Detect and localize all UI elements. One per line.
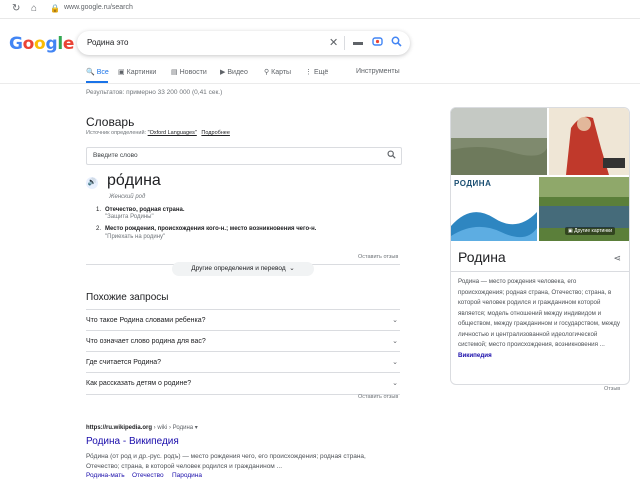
clear-icon[interactable]: ✕ bbox=[329, 36, 338, 50]
definition-example: "Приехать на родину" bbox=[105, 234, 166, 240]
browser-toolbar: ↻ ⌂ 🔒 www.google.ru/search bbox=[0, 0, 640, 19]
reload-icon[interactable]: ↻ bbox=[12, 3, 20, 15]
knowledge-panel-description: Родина — место рождения человека, его пр… bbox=[458, 277, 624, 361]
dictionary-word: ро́дина bbox=[107, 172, 161, 189]
result-domain: https://ru.wikipedia.org bbox=[86, 425, 153, 431]
related-question[interactable]: Что такое Родина словами ребенка? ⌄ bbox=[86, 309, 400, 331]
lens-camera-icon[interactable] bbox=[372, 36, 383, 52]
video-icon: ▶ bbox=[220, 69, 226, 76]
definition-number: 1. bbox=[96, 207, 102, 213]
image-collage[interactable] bbox=[451, 108, 629, 241]
google-logo[interactable]: Google bbox=[9, 34, 74, 54]
chevron-down-icon: ⌄ bbox=[392, 317, 398, 324]
dictionary-source: Источник определений: "Oxford Languages"… bbox=[86, 130, 230, 136]
tab-more[interactable]: ⋮ Ещё bbox=[305, 68, 328, 76]
image-caption: РОДИНА bbox=[454, 179, 492, 188]
related-question[interactable]: Как рассказать детям о родине? ⌄ bbox=[86, 372, 400, 394]
more-images-label: Другие картинки bbox=[574, 228, 613, 234]
chevron-down-icon: ⌄ bbox=[289, 265, 295, 272]
tab-news[interactable]: ▤ Новости bbox=[171, 68, 207, 76]
definition-number: 2. bbox=[96, 226, 102, 232]
knowledge-panel: РОДИНА ▣ Другие картинки Родина ⋖ Родина… bbox=[450, 107, 630, 385]
more-definitions-label: Другие определения и перевод bbox=[191, 265, 286, 272]
tab-label: Видео bbox=[227, 69, 248, 76]
search-input[interactable]: Родина это bbox=[87, 38, 128, 47]
search-icon: 🔍 bbox=[86, 69, 95, 76]
more-images-button[interactable]: ▣ Другие картинки bbox=[565, 227, 616, 235]
logo-letter: o bbox=[34, 34, 46, 54]
definition-example: "Защита Родины" bbox=[105, 214, 154, 220]
map-pin-icon: ⚲ bbox=[264, 69, 270, 76]
sitelink[interactable]: Отечество bbox=[132, 472, 164, 479]
keyboard-icon[interactable]: ▬ bbox=[353, 36, 363, 50]
search-icon[interactable] bbox=[387, 150, 396, 161]
related-question[interactable]: Что означает слово родина для вас? ⌄ bbox=[86, 330, 400, 352]
definition-text: Место рождения, происхождения кого-н.; м… bbox=[105, 226, 317, 232]
tab-video[interactable]: ▶ Видео bbox=[220, 68, 248, 76]
more-vert-icon: ⋮ bbox=[305, 69, 312, 76]
tab-label: Все bbox=[96, 69, 109, 76]
tab-label: Новости bbox=[179, 69, 207, 76]
knowledge-panel-feedback-link[interactable]: Отзыв bbox=[604, 386, 620, 392]
chevron-down-icon: ⌄ bbox=[392, 380, 398, 387]
image-icon: ▣ bbox=[118, 69, 125, 76]
more-definitions-button[interactable]: Другие определения и перевод ⌄ bbox=[172, 262, 314, 276]
oxford-link[interactable]: "Oxford Languages" bbox=[148, 130, 197, 136]
definition-text: Отечество, родная страна. bbox=[105, 207, 185, 213]
dictionary-search-field[interactable]: Введите слово bbox=[86, 147, 402, 165]
question-text: Как рассказать детям о родине? bbox=[86, 380, 192, 387]
tab-all[interactable]: 🔍 Все bbox=[86, 68, 109, 76]
logo-letter: G bbox=[9, 34, 23, 54]
dictionary-feedback-link[interactable]: Оставить отзыв bbox=[358, 254, 398, 260]
more-info-link[interactable]: Подробнее bbox=[201, 130, 230, 136]
knowledge-panel-divider bbox=[451, 271, 629, 272]
knowledge-panel-images[interactable]: РОДИНА ▣ Другие картинки bbox=[451, 108, 629, 241]
sitelink[interactable]: Родина-мать bbox=[86, 472, 125, 479]
tab-images[interactable]: ▣ Картинки bbox=[118, 68, 156, 76]
logo-letter: e bbox=[62, 34, 75, 54]
related-feedback-link[interactable]: Оставить отзыв bbox=[358, 394, 398, 400]
address-bar[interactable]: www.google.ru/search bbox=[64, 4, 133, 11]
chevron-down-icon: ⌄ bbox=[392, 359, 398, 366]
related-question[interactable]: Где считается Родина? ⌄ bbox=[86, 351, 400, 373]
news-icon: ▤ bbox=[171, 69, 178, 76]
tab-label: Ещё bbox=[314, 69, 329, 76]
wikipedia-link[interactable]: Википедия bbox=[458, 352, 492, 359]
tab-label: Картинки bbox=[126, 69, 157, 76]
related-title: Похожие запросы bbox=[86, 292, 169, 303]
dictionary-input-placeholder: Введите слово bbox=[93, 152, 138, 159]
result-snippet: Ро́дина (от род и др.-рус. родъ) — место… bbox=[86, 453, 366, 470]
search-box[interactable]: Родина это ✕ ▬ bbox=[77, 31, 410, 55]
share-icon[interactable]: ⋖ bbox=[613, 253, 621, 264]
knowledge-panel-title: Родина bbox=[458, 249, 506, 265]
result-title-link[interactable]: Родина - Википедия bbox=[86, 436, 179, 447]
tab-label: Карты bbox=[271, 69, 292, 76]
logo-letter: g bbox=[45, 34, 58, 54]
source-prefix: Источник определений: bbox=[86, 130, 148, 136]
dictionary-title: Словарь bbox=[86, 115, 135, 129]
result-stats: Результатов: примерно 33 200 000 (0,41 с… bbox=[86, 89, 223, 96]
question-text: Что такое Родина словами ребенка? bbox=[86, 317, 206, 324]
search-divider bbox=[344, 36, 345, 50]
tools-button[interactable]: Инструменты bbox=[356, 68, 400, 75]
tab-maps[interactable]: ⚲ Карты bbox=[264, 68, 291, 76]
question-text: Что означает слово родина для вас? bbox=[86, 338, 206, 345]
logo-letter: o bbox=[22, 34, 35, 54]
related-divider bbox=[86, 394, 400, 395]
home-icon[interactable]: ⌂ bbox=[31, 3, 37, 15]
speaker-icon[interactable]: 🔊 bbox=[86, 177, 98, 189]
search-icon[interactable] bbox=[391, 36, 402, 52]
result-path: › wiki › Родина ▾ bbox=[152, 425, 198, 431]
question-text: Где считается Родина? bbox=[86, 359, 162, 366]
part-of-speech: Женский род bbox=[109, 194, 146, 200]
tabs-divider bbox=[0, 83, 640, 84]
result-url[interactable]: https://ru.wikipedia.org › wiki › Родина… bbox=[86, 424, 198, 431]
description-text: Родина — место рождения человека, его пр… bbox=[458, 278, 620, 348]
sitelink[interactable]: Пародина bbox=[172, 472, 202, 479]
lock-icon: 🔒 bbox=[50, 4, 60, 13]
chevron-down-icon: ⌄ bbox=[392, 338, 398, 345]
